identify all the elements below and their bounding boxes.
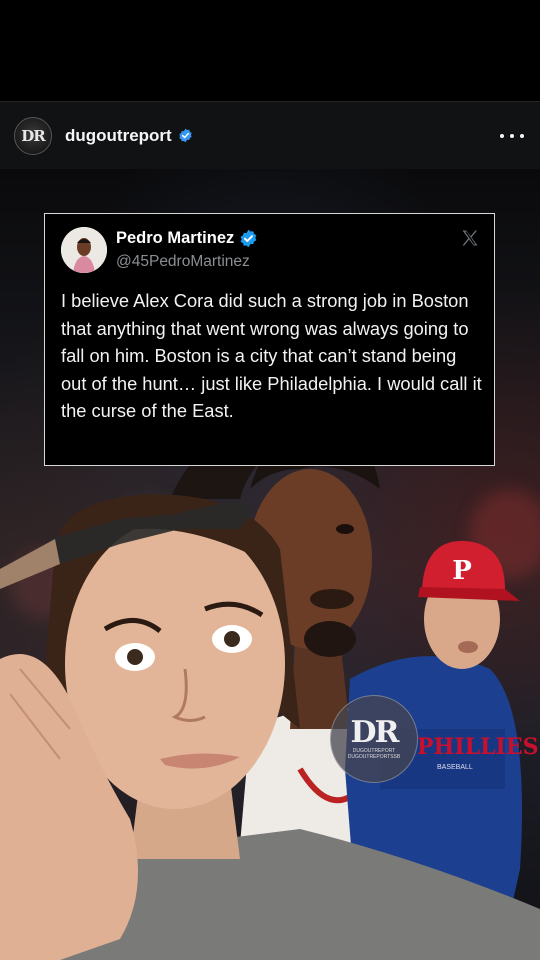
tweet-card[interactable]: Pedro Martinez @45PedroMartinez I believ… [44, 213, 495, 466]
post-header: DR dugoutreport [0, 101, 540, 169]
watermark-logo: DR [350, 715, 400, 750]
tweet-avatar[interactable] [61, 227, 107, 273]
tweet-author-name[interactable]: Pedro Martinez [116, 229, 258, 248]
status-area [0, 0, 540, 101]
tweet-author-label: Pedro Martinez [116, 229, 235, 247]
post-media[interactable]: PHILLIES BASEBALL P Pedro Martinez @45Pe… [0, 169, 540, 960]
jersey-text: PHILLIES [417, 734, 539, 760]
more-options-icon[interactable] [500, 126, 524, 146]
tweet-text: I believe Alex Cora did such a strong jo… [61, 290, 482, 422]
verified-badge-icon [179, 128, 192, 143]
tweet-author-handle[interactable]: @45PedroMartinez [116, 253, 250, 271]
jersey-subtext: BASEBALL [437, 764, 473, 771]
cap-logo: P [452, 556, 472, 586]
x-logo-icon [462, 230, 478, 246]
tweet-avatar-image [61, 227, 107, 273]
profile-avatar[interactable]: DR [14, 116, 52, 155]
watermark-badge: DR DUGOUTREPORT DUGOUTREPORTSSB [330, 695, 418, 783]
username[interactable]: dugoutreport [65, 126, 172, 146]
verified-badge-icon [240, 229, 257, 248]
watermark-line2: DUGOUTREPORTSSB [347, 754, 401, 760]
